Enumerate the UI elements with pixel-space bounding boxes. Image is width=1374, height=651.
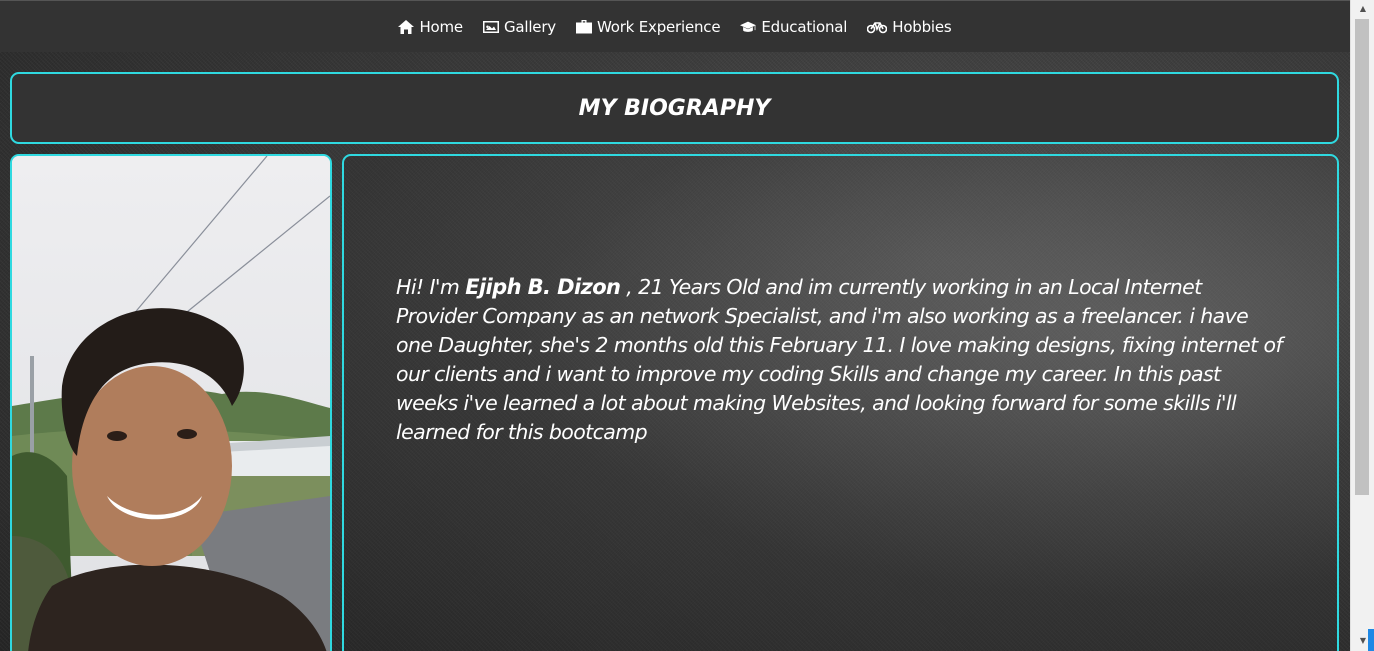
- nav-gallery-label: Gallery: [503, 17, 556, 36]
- biography-header: MY BIOGRAPHY: [10, 72, 1339, 144]
- biography-card: Hi! I'm Ejiph B. Dizon , 21 Years Old an…: [342, 154, 1339, 651]
- nav-gallery-link[interactable]: Gallery: [482, 17, 556, 36]
- home-icon: [398, 19, 415, 34]
- page-title: MY BIOGRAPHY: [578, 95, 771, 121]
- profile-photo: [12, 156, 330, 651]
- top-navbar: Home Gallery Work Experience Educational…: [0, 0, 1350, 52]
- graduation-cap-icon: [740, 21, 757, 32]
- nav-educational-label: Educational: [761, 17, 848, 36]
- nav-hobbies-link[interactable]: Hobbies: [867, 17, 952, 36]
- bio-name: Ejiph B. Dizon: [465, 275, 621, 299]
- bio-body: , 21 Years Old and im currently working …: [396, 275, 1283, 444]
- nav-home-link[interactable]: Home: [398, 18, 463, 36]
- scroll-up-icon[interactable]: ▲: [1351, 0, 1374, 17]
- briefcase-icon: [575, 19, 592, 33]
- vertical-scrollbar[interactable]: ▲ ▼: [1350, 0, 1374, 651]
- profile-photo-card: [10, 154, 332, 651]
- nav-work-experience-label: Work Experience: [596, 17, 721, 36]
- window-edge-accent: [1368, 629, 1374, 651]
- image-icon: [482, 20, 499, 33]
- nav-educational-link[interactable]: Educational: [740, 18, 847, 36]
- biography-text: Hi! I'm Ejiph B. Dizon , 21 Years Old an…: [396, 273, 1286, 447]
- page-background: Home Gallery Work Experience Educational…: [0, 0, 1350, 651]
- scrollbar-thumb[interactable]: [1355, 19, 1369, 495]
- nav-hobbies-label: Hobbies: [892, 17, 952, 36]
- bio-intro: Hi! I'm: [396, 275, 466, 299]
- nav-home-label: Home: [419, 17, 463, 36]
- bicycle-icon: [867, 21, 888, 33]
- nav-work-experience-link[interactable]: Work Experience: [575, 17, 721, 36]
